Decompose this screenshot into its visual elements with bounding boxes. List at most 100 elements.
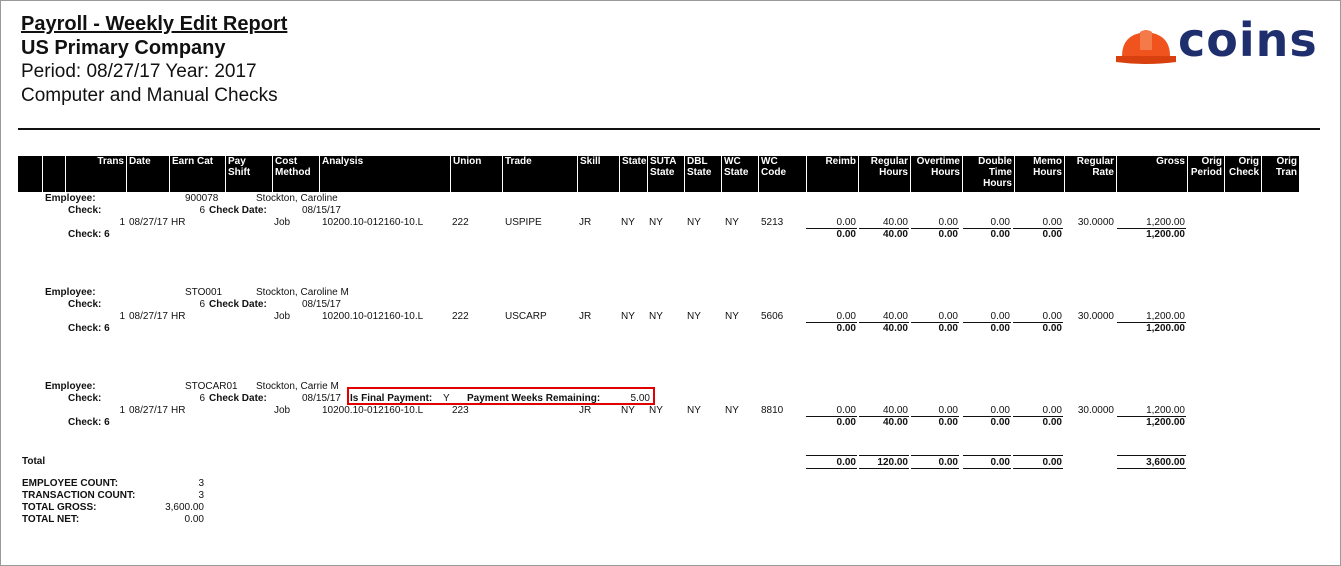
employee-id: STOCAR01 bbox=[185, 381, 238, 392]
cell-analysis: 10200.10-012160-10.L bbox=[322, 311, 424, 322]
total-double-time-hours: 0.00 bbox=[990, 323, 1010, 334]
cell-trans: 1 bbox=[119, 405, 125, 416]
col-header-reimb: Reimb bbox=[806, 156, 858, 192]
employee-label: Employee: bbox=[45, 287, 96, 298]
column-header-band: Trans Date Earn Cat Pay Shift Cost Metho… bbox=[18, 156, 1299, 192]
check-label: Check: bbox=[68, 205, 102, 216]
cell-reimb: 0.00 bbox=[836, 311, 856, 322]
total-overtime-hours: 0.00 bbox=[938, 323, 958, 334]
summary-value: 3 bbox=[198, 490, 204, 501]
summary-label: TOTAL GROSS: bbox=[22, 502, 97, 513]
col-header-orig-check: Orig Check bbox=[1224, 156, 1261, 192]
total-gross: 1,200.00 bbox=[1146, 323, 1185, 334]
cell-earn-cat: HR bbox=[171, 405, 186, 416]
cell-double-time-hours: 0.00 bbox=[990, 217, 1010, 228]
check-number: 6 bbox=[199, 393, 205, 404]
col-header-wc-state: WC State bbox=[721, 156, 758, 192]
col-header-date: Date bbox=[126, 156, 169, 192]
grand-total-overtime-hours: 0.00 bbox=[938, 457, 958, 468]
cell-regular-hours: 40.00 bbox=[882, 405, 908, 416]
cell-overtime-hours: 0.00 bbox=[938, 217, 958, 228]
col-header-cost-method: Cost Method bbox=[272, 156, 319, 192]
summary-value: 3,600.00 bbox=[165, 502, 204, 513]
cell-union: 222 bbox=[452, 311, 469, 322]
summary-label: EMPLOYEE COUNT: bbox=[22, 478, 119, 489]
cell-suta-state: NY bbox=[649, 405, 663, 416]
col-header-wc-code: WC Code bbox=[758, 156, 806, 192]
employee-name: Stockton, Carrie M bbox=[256, 381, 339, 392]
col-header-blank2 bbox=[42, 156, 65, 192]
check-label: Check: bbox=[68, 299, 102, 310]
cell-regular-hours: 40.00 bbox=[882, 217, 908, 228]
col-header-skill: Skill bbox=[577, 156, 619, 192]
total-memo-hours: 0.00 bbox=[1042, 417, 1062, 428]
cell-wc-code: 5213 bbox=[761, 217, 784, 228]
employee-label: Employee: bbox=[45, 381, 96, 392]
check-total-label: Check: 6 bbox=[68, 323, 110, 334]
check-date: 08/15/17 bbox=[302, 393, 341, 404]
employee-name: Stockton, Caroline bbox=[256, 193, 338, 204]
cell-double-time-hours: 0.00 bbox=[990, 405, 1010, 416]
cell-wc-state: NY bbox=[725, 405, 739, 416]
col-header-trade: Trade bbox=[502, 156, 577, 192]
col-header-suta-state: SUTA State bbox=[647, 156, 684, 192]
cell-wc-code: 8810 bbox=[761, 405, 784, 416]
cell-overtime-hours: 0.00 bbox=[938, 405, 958, 416]
cell-overtime-hours: 0.00 bbox=[938, 311, 958, 322]
employee-name: Stockton, Caroline M bbox=[256, 287, 349, 298]
total-overtime-hours: 0.00 bbox=[938, 417, 958, 428]
cell-gross: 1,200.00 bbox=[1146, 405, 1185, 416]
check-date: 08/15/17 bbox=[302, 299, 341, 310]
cell-suta-state: NY bbox=[649, 311, 663, 322]
hard-hat-icon bbox=[1116, 30, 1176, 64]
cell-union: 223 bbox=[452, 405, 469, 416]
col-header-overtime-hours: Overtime Hours bbox=[910, 156, 962, 192]
col-header-analysis: Analysis bbox=[319, 156, 450, 192]
period-line: Period: 08/27/17 Year: 2017 bbox=[21, 61, 257, 82]
check-date-label: Check Date: bbox=[209, 393, 267, 404]
cell-cost-method: Job bbox=[274, 405, 291, 416]
col-header-pay-shift: Pay Shift bbox=[225, 156, 272, 192]
total-gross: 1,200.00 bbox=[1146, 229, 1185, 240]
grand-total-regular-hours: 120.00 bbox=[877, 457, 908, 468]
total-gross: 1,200.00 bbox=[1146, 417, 1185, 428]
cell-analysis: 10200.10-012160-10.L bbox=[322, 405, 424, 416]
col-header-regular-rate: Regular Rate bbox=[1064, 156, 1116, 192]
cell-trade: USPIPE bbox=[505, 217, 542, 228]
col-header-trans: Trans bbox=[65, 156, 126, 192]
cell-union: 222 bbox=[452, 217, 469, 228]
company-name: US Primary Company bbox=[21, 37, 226, 59]
summary-value: 0.00 bbox=[184, 514, 204, 525]
cell-trade: USCARP bbox=[505, 311, 547, 322]
cell-skill: JR bbox=[579, 405, 592, 416]
check-total-label: Check: 6 bbox=[68, 417, 110, 428]
check-number: 6 bbox=[199, 299, 205, 310]
cell-memo-hours: 0.00 bbox=[1042, 311, 1062, 322]
cell-regular-rate: 30.0000 bbox=[1077, 217, 1114, 228]
col-header-state: State bbox=[619, 156, 647, 192]
grand-total-label: Total bbox=[22, 456, 46, 467]
check-date-label: Check Date: bbox=[209, 205, 267, 216]
check-date: 08/15/17 bbox=[302, 205, 341, 216]
cell-earn-cat: HR bbox=[171, 311, 186, 322]
cell-cost-method: Job bbox=[274, 217, 291, 228]
cell-dbl-state: NY bbox=[687, 311, 701, 322]
cell-wc-state: NY bbox=[725, 217, 739, 228]
employee-id: STO001 bbox=[185, 287, 223, 298]
total-double-time-hours: 0.00 bbox=[990, 417, 1010, 428]
coins-logo: coins bbox=[1116, 13, 1317, 67]
cell-date: 08/27/17 bbox=[129, 311, 168, 322]
total-reimb: 0.00 bbox=[836, 323, 856, 334]
cell-cost-method: Job bbox=[274, 311, 291, 322]
logo-wordmark: coins bbox=[1178, 13, 1318, 67]
total-regular-hours: 40.00 bbox=[882, 229, 908, 240]
check-date-label: Check Date: bbox=[209, 299, 267, 310]
col-header-union: Union bbox=[450, 156, 502, 192]
check-total-label: Check: 6 bbox=[68, 229, 110, 240]
col-header-regular-hours: Regular Hours bbox=[858, 156, 910, 192]
cell-regular-rate: 30.0000 bbox=[1077, 311, 1114, 322]
total-memo-hours: 0.00 bbox=[1042, 323, 1062, 334]
cell-trans: 1 bbox=[119, 311, 125, 322]
cell-memo-hours: 0.00 bbox=[1042, 217, 1062, 228]
col-header-blank1 bbox=[18, 156, 42, 192]
